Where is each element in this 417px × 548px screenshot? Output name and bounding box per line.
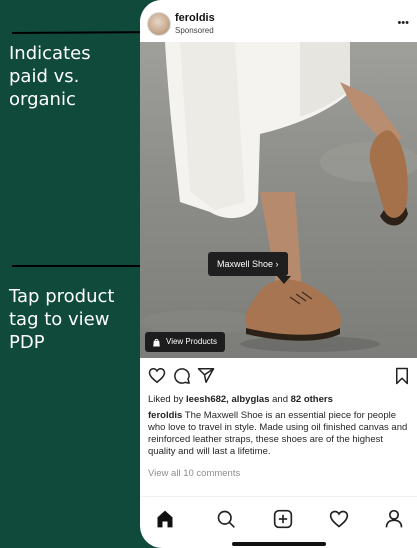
plus-square-icon[interactable] xyxy=(273,509,293,529)
heart-icon[interactable] xyxy=(148,367,166,384)
caption-username[interactable]: feroldis xyxy=(148,410,182,421)
shoe-photo xyxy=(140,42,417,352)
product-tag-pointer xyxy=(277,276,291,284)
post-caption: feroldis The Maxwell Shoe is an essentia… xyxy=(148,410,410,458)
bottom-nav xyxy=(140,496,417,548)
caption-text: The Maxwell Shoe is an essential piece f… xyxy=(148,410,408,457)
activity-heart-icon[interactable] xyxy=(329,509,349,529)
view-products-label: View Products xyxy=(166,337,217,346)
search-icon[interactable] xyxy=(216,509,236,529)
liked-by-users[interactable]: leesh682, albyglas xyxy=(186,394,269,405)
home-indicator xyxy=(232,542,326,546)
likes-summary[interactable]: Liked by leesh682, albyglas and 82 other… xyxy=(148,394,410,405)
likes-prefix: Liked by xyxy=(148,394,187,405)
avatar[interactable] xyxy=(147,12,171,36)
likes-count[interactable]: 82 others xyxy=(291,394,333,405)
home-icon[interactable] xyxy=(155,509,175,529)
sponsored-label: Sponsored xyxy=(175,26,214,35)
view-products-button[interactable]: View Products xyxy=(145,332,225,352)
post-username[interactable]: feroldis xyxy=(175,12,215,24)
bookmark-icon[interactable] xyxy=(395,367,409,385)
likes-middle: and xyxy=(269,394,291,405)
more-horizontal-icon[interactable]: ••• xyxy=(397,17,409,29)
post-header: feroldis Sponsored ••• xyxy=(140,0,417,42)
view-comments-link[interactable]: View all 10 comments xyxy=(148,468,240,479)
shopping-bag-icon xyxy=(153,338,160,347)
product-tag[interactable]: Maxwell Shoe › xyxy=(208,252,288,276)
send-icon[interactable] xyxy=(197,367,215,384)
instagram-post-screen: feroldis Sponsored ••• Maxwell Shoe › Vi… xyxy=(140,0,417,548)
post-actions xyxy=(140,362,417,390)
profile-icon[interactable] xyxy=(384,509,404,529)
post-image[interactable]: Maxwell Shoe › View Products xyxy=(140,42,417,358)
comment-icon[interactable] xyxy=(173,367,191,385)
